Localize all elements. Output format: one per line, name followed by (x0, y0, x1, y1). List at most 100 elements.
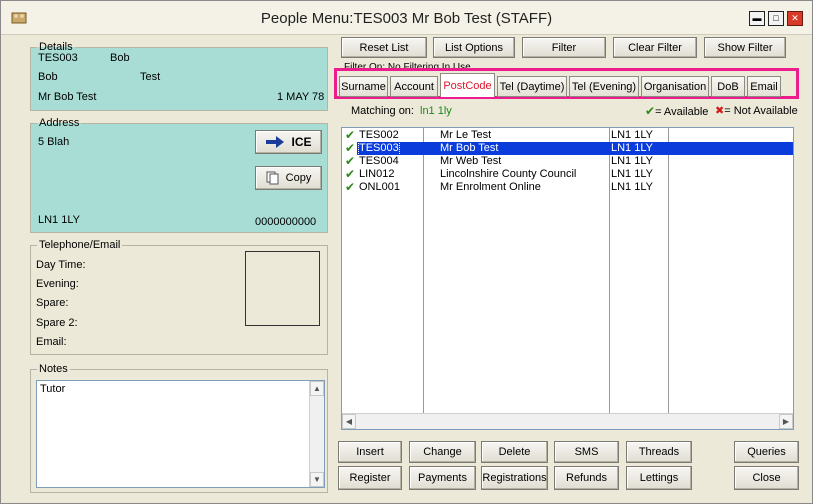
search-tabs-highlight: Surname Account PostCode Tel (Daytime) T… (334, 68, 799, 99)
tab-email[interactable]: Email (747, 76, 781, 97)
payments-button[interactable]: Payments (409, 466, 476, 490)
filter-button[interactable]: Filter (522, 37, 606, 58)
address-number: 0000000000 (255, 216, 317, 228)
notes-scrollbar[interactable]: ▲ ▼ (309, 381, 324, 487)
photo-box[interactable] (245, 251, 320, 326)
address-legend: Address (39, 117, 80, 129)
ice-label: ICE (291, 135, 312, 149)
ice-button[interactable]: ICE (255, 130, 322, 154)
selection-highlight (357, 142, 793, 155)
details-date: 1 MAY 78 (277, 91, 325, 103)
close-window-button[interactable]: ✕ (787, 11, 803, 26)
registrations-button[interactable]: Registrations (481, 466, 548, 490)
filter-status: Filter On: No Filtering In Use (344, 62, 471, 68)
row-postcode: LN1 1LY (611, 155, 653, 167)
minimize-icon: ▬ (752, 13, 762, 23)
threads-button[interactable]: Threads (626, 441, 692, 463)
scroll-left-icon[interactable]: ◀ (342, 414, 356, 429)
refunds-button[interactable]: Refunds (554, 466, 619, 490)
close-icon: ✕ (791, 13, 799, 23)
refunds-label: Refunds (566, 472, 607, 484)
row-postcode: LN1 1LY (611, 181, 653, 193)
list-item[interactable]: ✔ TES002 Mr Le Test LN1 1LY (342, 129, 793, 142)
delete-button[interactable]: Delete (481, 441, 548, 463)
email-label: Email: (36, 336, 67, 348)
people-menu-window: People Menu:TES003 Mr Bob Test (STAFF) ▬… (0, 0, 813, 504)
details-code: TES003 (38, 52, 78, 64)
list-item[interactable]: ✔ TES003 Mr Bob Test LN1 1LY (342, 141, 793, 156)
tab-account[interactable]: Account (390, 76, 438, 97)
row-name: Lincolnshire County Council (440, 168, 577, 180)
available-legend: ✔= Available (645, 104, 708, 118)
notes-legend: Notes (39, 363, 68, 375)
available-check-icon: ✔ (645, 104, 656, 118)
details-surname: Test (140, 71, 161, 83)
copy-label: Copy (285, 172, 312, 184)
close-label: Close (752, 472, 781, 484)
tab-tel-daytime[interactable]: Tel (Daytime) (497, 76, 567, 97)
insert-button[interactable]: Insert (338, 441, 402, 463)
payments-label: Payments (418, 472, 467, 484)
available-check-icon: ✔ (345, 180, 356, 194)
list-item[interactable]: ✔ ONL001 Mr Enrolment Online LN1 1LY (342, 181, 793, 194)
list-options-button[interactable]: List Options (433, 37, 515, 58)
maximize-button[interactable]: □ (768, 11, 784, 26)
not-available-cross-icon: ✖ (715, 105, 725, 117)
copy-icon (266, 171, 279, 185)
row-name: Mr Web Test (440, 155, 502, 167)
day-time-label: Day Time: (36, 259, 86, 271)
scroll-right-icon[interactable]: ▶ (779, 414, 793, 429)
clear-filter-button[interactable]: Clear Filter (613, 37, 697, 58)
address-line1: 5 Blah (38, 136, 70, 148)
row-code: TES003 (358, 141, 400, 156)
registrations-label: Registrations (482, 472, 547, 484)
scroll-down-icon[interactable]: ▼ (310, 472, 324, 487)
address-postcode: LN1 1LY (38, 214, 80, 226)
change-button[interactable]: Change (409, 441, 476, 463)
copy-button[interactable]: Copy (255, 166, 322, 190)
not-available-label: = Not Available (724, 105, 798, 117)
row-code: TES002 (359, 129, 399, 141)
list-horizontal-scrollbar[interactable]: ◀ ▶ (342, 413, 793, 429)
list-item[interactable]: ✔ TES004 Mr Web Test LN1 1LY (342, 155, 793, 168)
minimize-button[interactable]: ▬ (749, 11, 765, 26)
people-list[interactable]: ✔ TES002 Mr Le Test LN1 1LY ✔ TES003 Mr Bob Te… (341, 127, 794, 430)
matching-label: Matching on: (351, 105, 414, 117)
tab-surname[interactable]: Surname (339, 76, 388, 97)
reset-list-button[interactable]: Reset List (341, 37, 427, 58)
queries-label: Queries (747, 446, 786, 458)
matching-value: ln1 1ly (420, 105, 452, 117)
tab-postcode[interactable]: PostCode (440, 73, 495, 97)
window-title: People Menu:TES003 Mr Bob Test (STAFF) (260, 10, 553, 27)
tab-dob[interactable]: DoB (711, 76, 745, 97)
close-button[interactable]: Close (734, 466, 799, 490)
arrow-right-icon (266, 136, 285, 148)
details-full-name: Mr Bob Test (38, 91, 97, 103)
show-filter-button[interactable]: Show Filter (704, 37, 786, 58)
row-name: Mr Enrolment Online (440, 181, 541, 193)
sms-button[interactable]: SMS (554, 441, 619, 463)
row-name: Mr Bob Test (440, 142, 499, 154)
row-code: TES004 (359, 155, 399, 167)
register-button[interactable]: Register (338, 466, 402, 490)
details-forename: Bob (38, 71, 58, 83)
row-postcode: LN1 1LY (611, 168, 653, 180)
row-postcode: LN1 1LY (611, 129, 653, 141)
register-label: Register (349, 472, 391, 484)
change-label: Change (423, 446, 462, 458)
sms-label: SMS (574, 446, 599, 458)
threads-label: Threads (638, 446, 680, 458)
notes-value: Tutor (40, 383, 66, 395)
tab-tel-evening[interactable]: Tel (Evening) (569, 76, 639, 97)
scroll-up-icon[interactable]: ▲ (310, 381, 324, 396)
row-code: ONL001 (359, 181, 400, 193)
notes-textarea[interactable]: Tutor ▲ ▼ (36, 380, 325, 488)
tab-organisation[interactable]: Organisation (641, 76, 709, 97)
spare2-label: Spare 2: (36, 317, 78, 329)
lettings-button[interactable]: Lettings (626, 466, 692, 490)
insert-label: Insert (356, 446, 384, 458)
row-postcode: LN1 1LY (611, 142, 653, 154)
list-item[interactable]: ✔ LIN012 Lincolnshire County Council LN1 1L… (342, 168, 793, 181)
details-known-as: Bob (110, 52, 130, 64)
queries-button[interactable]: Queries (734, 441, 799, 463)
